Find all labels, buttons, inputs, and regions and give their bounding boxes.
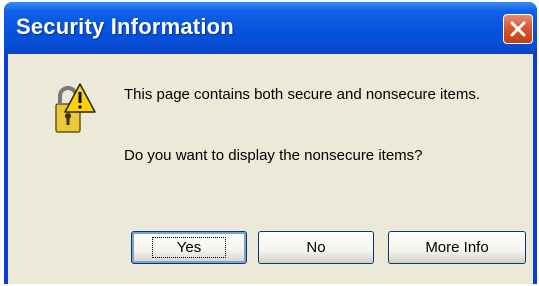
- no-button-label: No: [306, 239, 326, 256]
- close-icon: [510, 21, 526, 37]
- lock-warning-icon: [50, 80, 96, 136]
- title-bar[interactable]: Security Information: [4, 2, 537, 54]
- more-info-button-label: More Info: [425, 239, 489, 256]
- yes-button[interactable]: Yes: [131, 231, 247, 264]
- yes-button-label: Yes: [151, 237, 227, 258]
- more-info-button[interactable]: More Info: [388, 231, 526, 264]
- dialog-title: Security Information: [16, 14, 234, 39]
- security-information-dialog: Security Information This page contains …: [4, 2, 537, 284]
- question-text: Do you want to display the nonsecure ite…: [124, 147, 423, 164]
- close-button[interactable]: [503, 14, 533, 44]
- message-text: This page contains both secure and nonse…: [124, 86, 481, 103]
- dialog-body: This page contains both secure and nonse…: [8, 54, 533, 284]
- no-button[interactable]: No: [258, 231, 374, 264]
